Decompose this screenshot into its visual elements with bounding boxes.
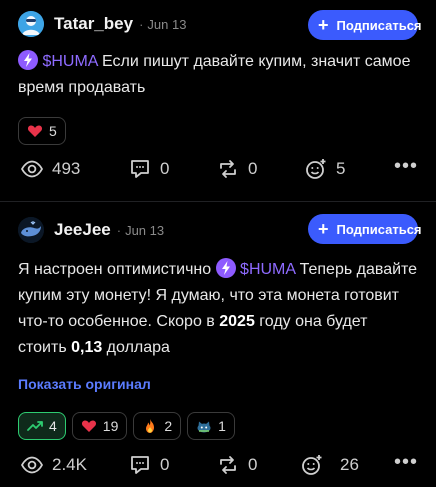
post-actions: 493 0 0 5 ••• — [0, 155, 436, 185]
post: JeeJee · Jun 13 + Подписаться Я настроен… — [0, 202, 436, 487]
reactions-bar: 5 — [18, 117, 66, 145]
repost-count: 0 — [248, 455, 258, 474]
eye-icon — [20, 160, 44, 178]
follow-button[interactable]: + Подписаться — [308, 10, 422, 40]
comment-icon — [131, 160, 149, 178]
comment-icon — [131, 456, 149, 474]
eye-icon — [20, 456, 44, 474]
separator-dot: · — [139, 16, 144, 32]
repost-count: 0 — [248, 159, 258, 178]
ticker-link[interactable]: $HUMA — [240, 261, 295, 278]
comment-count: 0 — [160, 159, 170, 178]
cat-icon — [197, 421, 211, 433]
views-stat[interactable]: 2.4K — [20, 453, 87, 477]
separator-dot: · — [116, 222, 122, 238]
trend-up-icon — [27, 421, 43, 431]
repost-button[interactable]: 0 — [216, 157, 257, 181]
huma-coin-icon — [215, 258, 236, 278]
more-options-icon[interactable]: ••• — [394, 155, 418, 178]
add-reaction-button[interactable]: 5 — [304, 157, 345, 181]
reaction-heart[interactable]: 5 — [18, 117, 66, 145]
post-text: $HUMA Если пишут давайте купим, значит с… — [18, 49, 418, 101]
reactions-count: 26 — [340, 455, 359, 474]
show-original-link[interactable]: Показать оригинал — [18, 376, 151, 392]
comment-button[interactable]: 0 — [128, 157, 169, 181]
reaction-count: 4 — [49, 418, 57, 434]
reactions-count: 5 — [336, 159, 346, 178]
avatar[interactable] — [18, 217, 44, 243]
plus-icon: + — [318, 15, 329, 35]
post: Tatar_bey · Jun 13 + Подписаться $HUMA Е… — [0, 0, 436, 202]
post-header: Tatar_bey · Jun 13 — [18, 10, 186, 38]
add-reaction-button[interactable]: 26 — [300, 453, 359, 477]
reaction-heart[interactable]: 19 — [71, 412, 128, 440]
reaction-trend-up[interactable]: 4 — [18, 412, 66, 440]
post-date: Jun 13 — [125, 222, 165, 238]
repost-icon — [220, 160, 236, 178]
post-date: Jun 13 — [147, 16, 187, 32]
follow-button[interactable]: + Подписаться — [308, 214, 422, 244]
reactions-bar: 4 19 2 1 — [18, 412, 235, 440]
avatar[interactable] — [18, 11, 44, 37]
username[interactable]: JeeJee — [54, 220, 111, 240]
user-avatar-icon — [18, 11, 44, 37]
fire-icon — [146, 419, 155, 433]
post-header: JeeJee · Jun 13 — [18, 216, 164, 244]
huma-coin-icon — [18, 50, 38, 70]
post-actions: 2.4K 0 0 26 ••• — [0, 451, 436, 481]
post-body-part: Я настроен оптимистично — [18, 261, 216, 278]
ticker-link[interactable]: $HUMA — [42, 53, 97, 70]
add-emoji-icon — [302, 455, 322, 475]
follow-label: Подписаться — [336, 17, 422, 33]
plus-icon: + — [318, 219, 329, 239]
views-count: 2.4K — [52, 455, 87, 474]
highlighted-price: 0,13 — [71, 339, 103, 356]
more-options-icon[interactable]: ••• — [394, 451, 418, 474]
reaction-fire[interactable]: 2 — [133, 412, 182, 440]
reaction-count: 2 — [164, 418, 173, 434]
repost-icon — [220, 456, 236, 474]
post-body-part: доллара — [102, 339, 170, 356]
reaction-count: 1 — [218, 418, 226, 434]
views-stat[interactable]: 493 — [20, 157, 80, 181]
reaction-cat[interactable]: 1 — [187, 412, 235, 440]
repost-button[interactable]: 0 — [216, 453, 257, 477]
add-emoji-icon — [306, 159, 326, 179]
username[interactable]: Tatar_bey — [54, 14, 133, 34]
views-count: 493 — [52, 159, 81, 178]
reaction-count: 5 — [49, 123, 57, 139]
post-text: Я настроен оптимистично $HUMA Теперь дав… — [18, 257, 418, 361]
heart-icon — [27, 125, 43, 137]
heart-icon — [81, 420, 96, 432]
comment-button[interactable]: 0 — [128, 453, 169, 477]
follow-label: Подписаться — [336, 221, 422, 237]
reaction-count: 19 — [102, 418, 119, 434]
comment-count: 0 — [160, 455, 170, 474]
highlighted-year: 2025 — [219, 313, 255, 330]
whale-avatar-icon — [18, 217, 44, 243]
